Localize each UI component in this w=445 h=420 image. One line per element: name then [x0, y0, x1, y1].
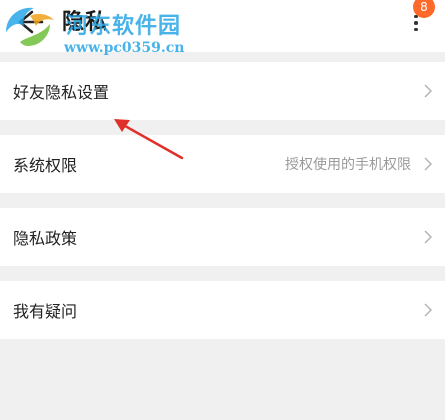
- menu-item-privacy-policy[interactable]: 隐私政策: [0, 208, 445, 266]
- chevron-right-icon: [424, 157, 433, 171]
- chevron-right-icon: [424, 230, 433, 244]
- chevron-right-icon: [424, 84, 433, 98]
- menu-item-label: 好友隐私设置: [13, 83, 110, 102]
- menu-item-label: 我有疑问: [13, 302, 78, 321]
- menu-item-label: 隐私政策: [13, 229, 78, 248]
- watermark-logo-icon: [6, 7, 54, 46]
- notification-badge: 8: [413, 0, 435, 18]
- watermark-text: 河东软件园: [66, 14, 182, 39]
- menu-item-label: 系统权限: [13, 156, 78, 175]
- annotation-arrow-icon: [114, 119, 184, 160]
- watermark-url: www.pc0359.cn: [64, 40, 185, 56]
- chevron-right-icon: [424, 303, 433, 317]
- top-app-bar: 隐私 河东软件园 www.pc0359.cn 8: [0, 0, 445, 56]
- menu-item-friend-privacy[interactable]: 好友隐私设置: [0, 62, 445, 120]
- menu-item-questions[interactable]: 我有疑问: [0, 281, 445, 339]
- menu-item-detail: 授权使用的手机权限: [285, 157, 411, 173]
- menu-item-system-permissions[interactable]: 系统权限 授权使用的手机权限: [0, 135, 445, 193]
